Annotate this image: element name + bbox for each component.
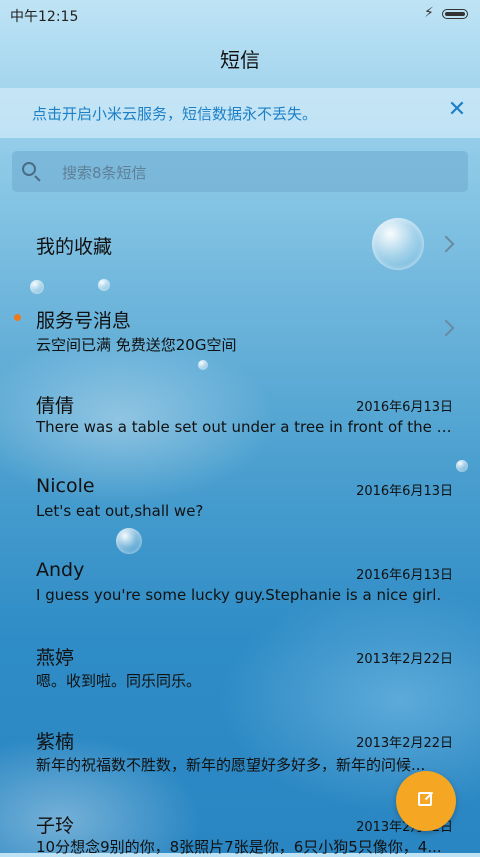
search-icon [22, 162, 36, 176]
close-icon[interactable]: ✕ [446, 99, 468, 121]
bubble-decoration [116, 528, 142, 554]
conversation-item[interactable]: 紫楠 2013年2月22日 新年的祝福数不胜数，新年的愿望好多好多，新年的问候.… [0, 724, 480, 780]
message-date: 2016年6月13日 [356, 568, 453, 583]
conversation-item[interactable]: Nicole 2016年6月13日 Let's eat out,shall we… [0, 472, 480, 528]
search-input[interactable]: 搜索8条短信 [62, 162, 147, 183]
chevron-right-icon [437, 235, 455, 253]
bubble-decoration [98, 279, 110, 291]
unread-dot [14, 314, 21, 321]
compose-icon [418, 792, 432, 806]
message-preview: Let's eat out,shall we? [36, 502, 204, 520]
bubble-decoration [198, 360, 208, 370]
banner-text[interactable]: 点击开启小米云服务，短信数据永不丢失。 [32, 103, 317, 124]
message-date: 2016年6月13日 [356, 484, 453, 499]
contact-name: 倩倩 [36, 395, 75, 417]
message-date: 2013年2月22日 [356, 652, 453, 667]
charging-icon: ⚡ [424, 5, 434, 21]
conversation-item[interactable]: 倩倩 2016年6月13日 There was a table set out … [0, 388, 480, 444]
bubble-decoration [456, 460, 468, 472]
list-item-preview: 云空间已满 免费送您20G空间 [36, 336, 237, 354]
bubble-decoration [30, 280, 44, 294]
list-item-title: 我的收藏 [36, 236, 113, 258]
conversation-item[interactable]: Andy 2016年6月13日 I guess you're some luck… [0, 556, 480, 612]
message-preview: 新年的祝福数不胜数，新年的愿望好多好多，新年的问候... [36, 756, 426, 774]
compose-button[interactable] [396, 771, 456, 831]
contact-name: 燕婷 [36, 647, 75, 669]
status-time: 中午12:15 [10, 9, 79, 25]
contact-name: Nicole [36, 475, 95, 497]
message-date: 2013年2月22日 [356, 736, 453, 751]
page-title: 短信 [220, 48, 260, 72]
contact-name: 子玲 [36, 815, 75, 837]
contact-name: 紫楠 [36, 731, 75, 753]
message-preview: I guess you're some lucky guy.Stephanie … [36, 586, 442, 604]
conversation-item[interactable]: 燕婷 2013年2月22日 嗯。收到啦。同乐同乐。 [0, 640, 480, 696]
list-item-service-messages[interactable]: 服务号消息 云空间已满 免费送您20G空间 [0, 302, 480, 358]
contact-name: Andy [36, 559, 85, 581]
list-item-favorites[interactable]: 我的收藏 [0, 222, 480, 266]
battery-icon [442, 9, 468, 19]
message-preview: There was a table set out under a tree i… [36, 418, 452, 436]
message-date: 2016年6月13日 [356, 400, 453, 415]
message-preview: 嗯。收到啦。同乐同乐。 [36, 672, 202, 690]
status-bar: 中午12:15 ⚡ [0, 0, 480, 28]
list-item-title: 服务号消息 [36, 310, 132, 332]
search-bar[interactable]: 搜索8条短信 [12, 151, 468, 192]
cloud-service-banner[interactable]: 点击开启小米云服务，短信数据永不丢失。 ✕ [0, 88, 480, 138]
message-preview: 10分想念9别的你，8张照片7张是你，6只小狗5只像你，4... [36, 838, 442, 856]
